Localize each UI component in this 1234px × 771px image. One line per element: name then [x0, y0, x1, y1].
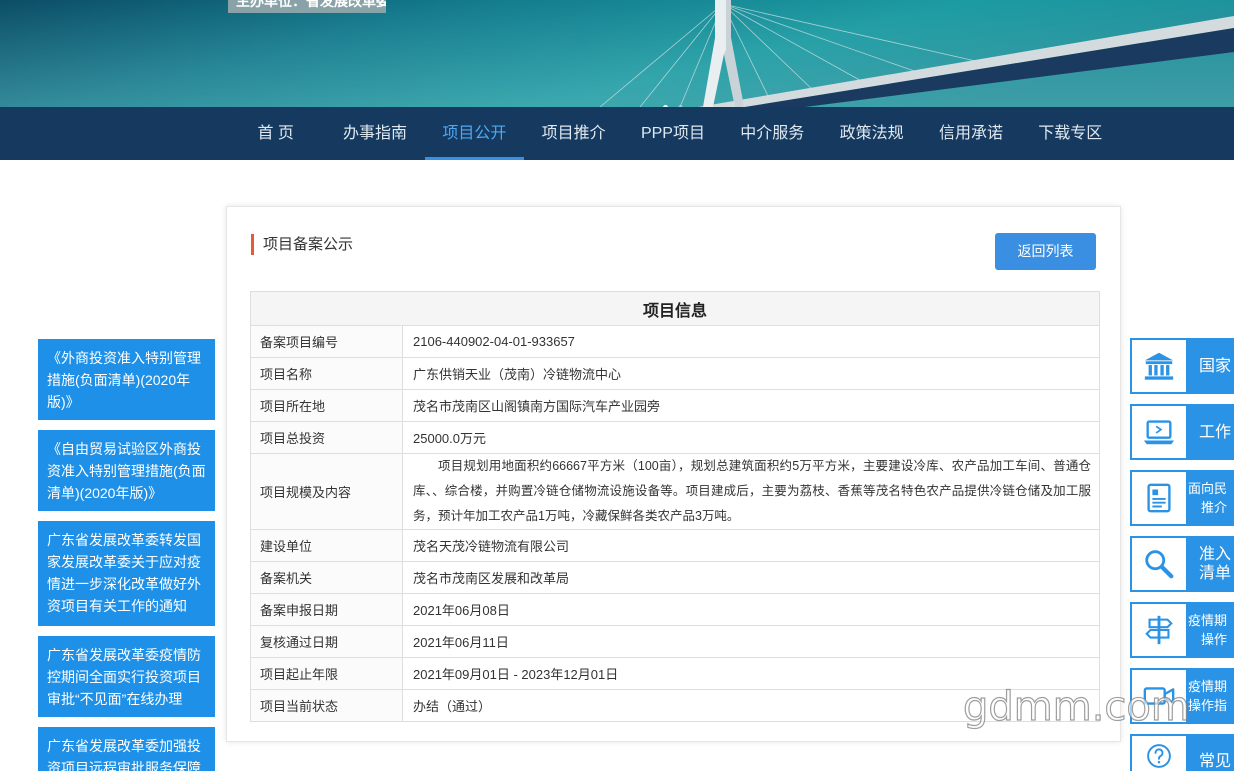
quick-link-label-line: 国家: [1199, 357, 1232, 375]
quick-link[interactable]: 疫情期 操作: [1130, 602, 1234, 658]
quick-link-label: 常见: [1186, 736, 1234, 771]
quick-link-label-line: 清单: [1199, 565, 1232, 582]
policy-link[interactable]: 广东省发展改革委转发国家发展改革委关于应对疫情进一步深化改革做好外资项目有关工作…: [38, 521, 215, 626]
policy-link[interactable]: 广东省发展改革委加强投资项目远程审批服务保障: [38, 727, 215, 771]
question-icon: [1132, 736, 1186, 771]
table-row: 备案申报日期 2021年06月08日: [250, 593, 1101, 626]
quick-link-label: 工作: [1186, 406, 1234, 458]
policy-link[interactable]: 《自由贸易试验区外商投资准入特别管理措施(负面清单)(2020年版)》: [38, 430, 215, 511]
row-label: 项目总投资: [250, 421, 403, 454]
nav-item-home[interactable]: 首 页: [226, 107, 325, 160]
nav-item-intermediary[interactable]: 中介服务: [723, 107, 822, 160]
main-nav: 首 页 办事指南 项目公开 项目推介 PPP项目 中介服务 政策法规 信用承诺 …: [0, 107, 1234, 160]
bank-icon: [1132, 340, 1186, 392]
table-row: 项目规模及内容 项目规划用地面积约66667平方米（100亩），规划总建筑面积约…: [250, 453, 1101, 530]
nav-item-policies[interactable]: 政策法规: [822, 107, 921, 160]
quick-link-label-line: 操作: [1201, 632, 1228, 647]
table-header: 项目信息: [249, 291, 1101, 326]
table-row: 复核通过日期 2021年06月11日: [250, 625, 1101, 658]
search-icon: [1132, 538, 1186, 590]
nav-item-ppp[interactable]: PPP项目: [623, 107, 722, 160]
row-value: 项目规划用地面积约66667平方米（100亩），规划总建筑面积约5万平方米，主要…: [401, 453, 1101, 530]
row-label: 项目当前状态: [250, 689, 403, 722]
quick-link-label-line: 常见: [1199, 753, 1232, 770]
quick-link[interactable]: 面向民 推介: [1130, 470, 1234, 526]
bridge-banner-image: [0, 0, 1234, 107]
table-row: 项目名称 广东供销天业（茂南）冷链物流中心: [250, 357, 1101, 390]
left-policy-sidebar: 《外商投资准入特别管理措施(负面清单)(2020年版)》 《自由贸易试验区外商投…: [38, 339, 215, 771]
row-label: 项目名称: [250, 357, 403, 390]
document-icon: [1132, 472, 1186, 524]
nav-item-project-disclosure[interactable]: 项目公开: [424, 107, 524, 160]
quick-link[interactable]: 常见: [1130, 734, 1234, 771]
quick-link-label-line: 疫情期: [1188, 679, 1228, 694]
table-row: 项目所在地 茂名市茂南区山阁镇南方国际汽车产业园旁: [250, 389, 1101, 422]
row-value: 茂名天茂冷链物流有限公司: [401, 529, 1101, 562]
row-label: 建设单位: [250, 529, 403, 562]
row-label: 项目规模及内容: [250, 453, 403, 530]
nav-item-guide[interactable]: 办事指南: [325, 107, 424, 160]
back-to-list-button[interactable]: 返回列表: [995, 233, 1096, 270]
quick-link-label-line: 准入: [1199, 546, 1232, 563]
quick-link-label-line: 疫情期: [1188, 613, 1228, 628]
table-header-row: 项目信息: [249, 291, 1101, 326]
quick-link[interactable]: 国家: [1130, 338, 1234, 394]
table-row: 项目起止年限 2021年09月01日 - 2023年12月01日: [250, 657, 1101, 690]
nav-item-project-promotion[interactable]: 项目推介: [524, 107, 623, 160]
quick-link-label-line: 推介: [1201, 500, 1228, 515]
nav-item-credit[interactable]: 信用承诺: [921, 107, 1020, 160]
section-title: 项目备案公示: [263, 236, 354, 253]
row-value: 2106-440902-04-01-933657: [401, 325, 1101, 358]
quick-link-label: 疫情期 操作: [1186, 604, 1234, 656]
row-label: 复核通过日期: [250, 625, 403, 658]
quick-link[interactable]: 疫情期 操作指: [1130, 668, 1234, 724]
quick-link-label: 国家: [1186, 340, 1234, 392]
row-label: 备案项目编号: [250, 325, 403, 358]
quick-link-label-line: 工作: [1199, 423, 1232, 441]
row-value: 25000.0万元: [401, 421, 1101, 454]
quick-link-label-line: 操作指: [1188, 698, 1228, 713]
right-quick-links: 国家 工作 面向民 推介 准入 清单 疫情期 操作 疫情期 操作指 常见: [1130, 338, 1234, 771]
policy-link[interactable]: 《外商投资准入特别管理措施(负面清单)(2020年版)》: [38, 339, 215, 420]
row-label: 项目所在地: [250, 389, 403, 422]
row-value: 茂名市茂南区发展和改革局: [401, 561, 1101, 594]
table-row: 建设单位 茂名天茂冷链物流有限公司: [250, 529, 1101, 562]
row-value: 办结（通过）: [401, 689, 1101, 722]
row-value: 2021年09月01日 - 2023年12月01日: [401, 657, 1101, 690]
main-nav-items: 首 页 办事指南 项目公开 项目推介 PPP项目 中介服务 政策法规 信用承诺 …: [226, 107, 1120, 160]
project-info-table: 项目信息 备案项目编号 2106-440902-04-01-933657 项目名…: [249, 291, 1101, 722]
project-detail-card: 项目备案公示 返回列表 项目信息 备案项目编号 2106-440902-04-0…: [226, 206, 1121, 742]
hero-banner: 主办单位：省发展改革委: [0, 0, 1234, 107]
table-row: 备案项目编号 2106-440902-04-01-933657: [250, 325, 1101, 358]
row-label: 备案申报日期: [250, 593, 403, 626]
table-row: 项目当前状态 办结（通过）: [250, 689, 1101, 722]
table-row: 项目总投资 25000.0万元: [250, 421, 1101, 454]
quick-link-label: 准入 清单: [1186, 538, 1234, 590]
signpost-icon: [1132, 604, 1186, 656]
laptop-icon: [1132, 406, 1186, 458]
quick-link-label: 疫情期 操作指: [1186, 670, 1234, 722]
row-value: 广东供销天业（茂南）冷链物流中心: [401, 357, 1101, 390]
banner-caption: 主办单位：省发展改革委: [228, 0, 386, 13]
quick-link[interactable]: 准入 清单: [1130, 536, 1234, 592]
row-label: 项目起止年限: [250, 657, 403, 690]
row-value: 茂名市茂南区山阁镇南方国际汽车产业园旁: [401, 389, 1101, 422]
row-value: 2021年06月08日: [401, 593, 1101, 626]
quick-link-label: 面向民 推介: [1186, 472, 1234, 524]
section-title-bar: [251, 234, 254, 255]
banner-caption-text: 主办单位：省发展改革委: [236, 0, 386, 9]
video-camera-icon: [1132, 670, 1186, 722]
row-label: 备案机关: [250, 561, 403, 594]
quick-link-label-line: 面向民: [1188, 481, 1228, 496]
policy-link[interactable]: 广东省发展改革委疫情防控期间全面实行投资项目审批“不见面”在线办理: [38, 636, 215, 717]
row-value: 2021年06月11日: [401, 625, 1101, 658]
table-row: 备案机关 茂名市茂南区发展和改革局: [250, 561, 1101, 594]
nav-item-downloads[interactable]: 下载专区: [1021, 107, 1120, 160]
quick-link[interactable]: 工作: [1130, 404, 1234, 460]
